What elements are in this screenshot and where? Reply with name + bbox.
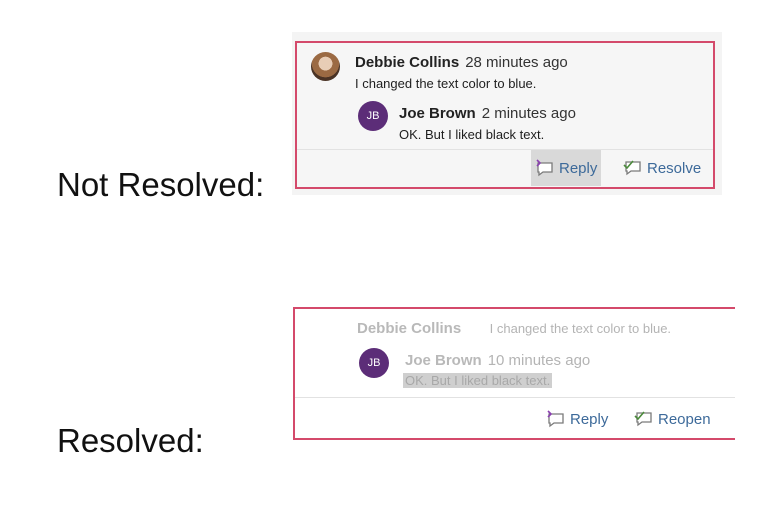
resolve-comment-icon [623, 159, 643, 177]
resolved-comment-author: Debbie Collins [357, 320, 462, 337]
reply-comment-icon [535, 159, 555, 177]
resolved-reply-header: Joe Brown 10 minutes ago [405, 352, 590, 370]
joe-brown-avatar: JB [358, 101, 388, 131]
reply-comment-icon [546, 410, 566, 428]
avatar-initials: JB [366, 110, 380, 122]
resolved-comment-text: I changed the text color to blue. [489, 321, 672, 336]
actions-divider [295, 397, 735, 398]
reply-header: Joe Brown 2 minutes ago [399, 105, 576, 123]
avatar-initials: JB [367, 357, 381, 369]
resolved-comment-card[interactable]: Debbie Collins I changed the text color … [293, 307, 735, 440]
resolve-label: Resolve [647, 159, 702, 177]
reply-author: Joe Brown [399, 105, 476, 122]
comment-time: 28 minutes ago [465, 54, 568, 71]
reply-text: OK. But I liked black text. [399, 127, 545, 142]
comment-header: Debbie Collins 28 minutes ago [355, 54, 568, 72]
reply-button[interactable]: Reply [531, 150, 602, 186]
joe-brown-avatar: JB [359, 348, 389, 378]
debbie-collins-avatar [311, 52, 340, 81]
resolve-button[interactable]: Resolve [619, 150, 705, 186]
resolved-reply-text: OK. But I liked black text. [403, 373, 553, 388]
reopen-comment-icon [634, 410, 654, 428]
comment-text: I changed the text color to blue. [355, 76, 537, 91]
reopen-button[interactable]: Reopen [630, 401, 715, 437]
comment-author: Debbie Collins [355, 54, 460, 71]
reply-time: 2 minutes ago [481, 105, 576, 122]
reply-label: Reply [570, 410, 609, 428]
resolved-reply-author: Joe Brown [405, 352, 482, 369]
not-resolved-caption: Not Resolved: [57, 166, 265, 203]
resolved-caption: Resolved: [57, 422, 204, 459]
reply-label: Reply [559, 159, 598, 177]
resolved-comment-line: Debbie Collins I changed the text color … [357, 320, 671, 338]
resolved-reply-text-wrap: OK. But I liked black text. [403, 373, 553, 388]
not-resolved-comment-card[interactable]: Debbie Collins 28 minutes ago I changed t… [295, 41, 715, 189]
reply-button[interactable]: Reply [542, 401, 612, 437]
resolved-reply-time: 10 minutes ago [487, 352, 591, 369]
reopen-label: Reopen [658, 410, 711, 428]
